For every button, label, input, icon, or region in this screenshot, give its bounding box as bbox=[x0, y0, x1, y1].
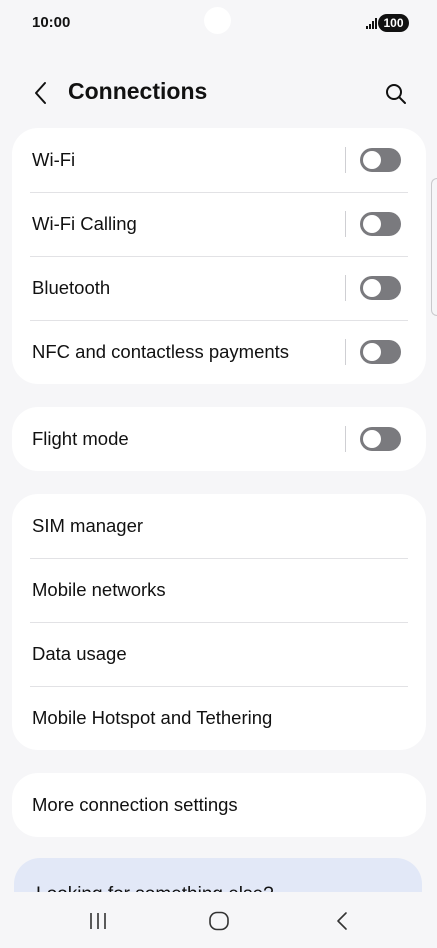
nfc-row[interactable]: NFC and contactless payments bbox=[12, 320, 426, 384]
wifi-toggle[interactable] bbox=[360, 148, 401, 172]
status-bar: 10:00 100 bbox=[0, 0, 437, 48]
recent-apps-button[interactable] bbox=[78, 906, 118, 936]
mobile-networks-row[interactable]: Mobile networks bbox=[12, 558, 426, 622]
home-button[interactable] bbox=[199, 906, 239, 936]
row-label: SIM manager bbox=[32, 515, 144, 536]
header: Connections bbox=[0, 68, 437, 118]
bluetooth-toggle[interactable] bbox=[360, 276, 401, 300]
toggle-knob bbox=[363, 215, 381, 233]
back-nav-icon bbox=[337, 912, 347, 930]
row-label: NFC and contactless payments bbox=[32, 341, 290, 362]
toggle-knob bbox=[363, 279, 381, 297]
navigation-bar bbox=[0, 892, 437, 948]
battery-level: 100 bbox=[383, 16, 404, 30]
wifi-calling-row[interactable]: Wi-Fi Calling bbox=[12, 192, 426, 256]
toggle-knob bbox=[363, 430, 381, 448]
divider bbox=[345, 339, 346, 365]
nfc-toggle[interactable] bbox=[360, 340, 401, 364]
divider bbox=[345, 426, 346, 452]
row-label: Flight mode bbox=[32, 428, 129, 449]
chevron-left-icon bbox=[35, 82, 46, 104]
battery-icon: 100 bbox=[378, 14, 409, 32]
connections-group-wireless: Wi-Fi Wi-Fi Calling Bluetooth NFC and co… bbox=[12, 128, 426, 384]
connections-group-more: More connection settings bbox=[12, 773, 426, 837]
sim-manager-row[interactable]: SIM manager bbox=[12, 494, 426, 558]
toggle-knob bbox=[363, 343, 381, 361]
row-label: Mobile Hotspot and Tethering bbox=[32, 707, 273, 728]
divider bbox=[345, 211, 346, 237]
row-label: Mobile networks bbox=[32, 579, 166, 600]
divider bbox=[345, 275, 346, 301]
row-label: Bluetooth bbox=[32, 277, 111, 298]
connections-group-flight: Flight mode bbox=[12, 407, 426, 471]
back-button[interactable] bbox=[24, 76, 58, 110]
camera-cutout bbox=[204, 7, 231, 34]
search-icon bbox=[386, 84, 406, 104]
wifi-row[interactable]: Wi-Fi bbox=[12, 128, 426, 192]
toggle-knob bbox=[363, 151, 381, 169]
screen: 10:00 100 Connections Wi-Fi Wi-Fi Callin… bbox=[0, 0, 437, 948]
status-time: 10:00 bbox=[32, 14, 71, 31]
row-label: More connection settings bbox=[32, 794, 238, 815]
home-icon bbox=[209, 911, 229, 931]
flight-mode-toggle[interactable] bbox=[360, 427, 401, 451]
row-label: Data usage bbox=[32, 643, 127, 664]
row-label: Wi-Fi bbox=[32, 149, 76, 170]
row-label: Wi-Fi Calling bbox=[32, 213, 137, 234]
hotspot-row[interactable]: Mobile Hotspot and Tethering bbox=[12, 686, 426, 750]
wifi-calling-toggle[interactable] bbox=[360, 212, 401, 236]
signal-icon bbox=[366, 18, 377, 29]
edge-panel-handle[interactable] bbox=[431, 178, 437, 316]
back-nav-button[interactable] bbox=[322, 906, 362, 936]
page-title: Connections bbox=[68, 78, 208, 104]
search-button[interactable] bbox=[378, 76, 414, 112]
bluetooth-row[interactable]: Bluetooth bbox=[12, 256, 426, 320]
recent-apps-icon bbox=[90, 913, 106, 929]
connections-group-mobile: SIM manager Mobile networks Data usage M… bbox=[12, 494, 426, 750]
flight-mode-row[interactable]: Flight mode bbox=[12, 407, 426, 471]
divider bbox=[345, 147, 346, 173]
data-usage-row[interactable]: Data usage bbox=[12, 622, 426, 686]
more-connection-settings-row[interactable]: More connection settings bbox=[12, 773, 426, 837]
